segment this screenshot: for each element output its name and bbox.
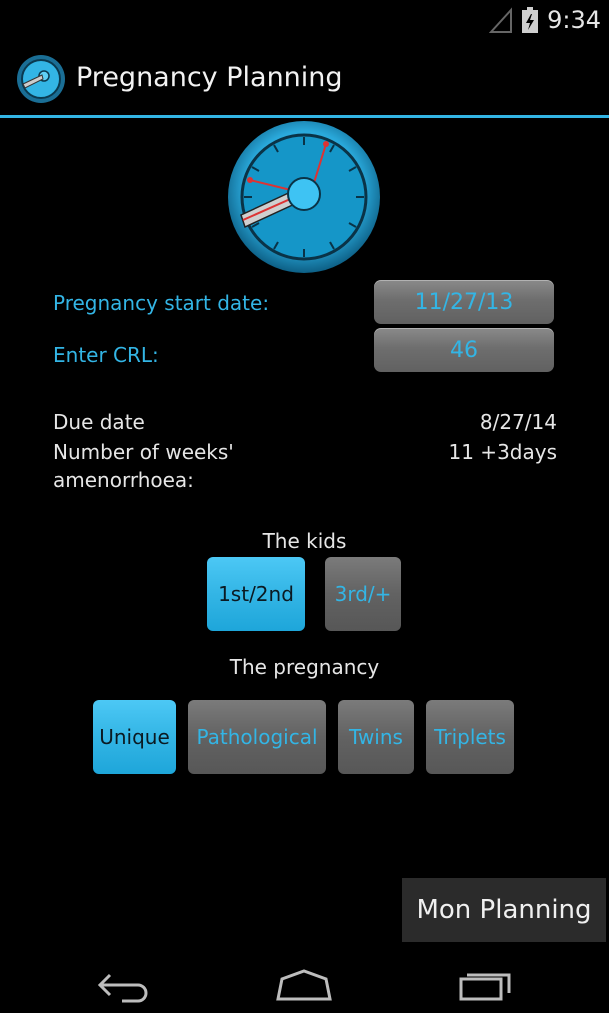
recents-icon[interactable] [453,967,517,1003]
back-icon[interactable] [92,967,156,1003]
status-icons: 9:34 [489,6,601,34]
action-bar-divider [0,115,609,118]
action-bar: Pregnancy Planning [0,44,609,116]
weeks-label-line1: Number of weeks' [53,440,234,464]
due-date-value: 8/27/14 [479,410,557,434]
crl-field[interactable]: 46 [374,328,554,372]
pregnancy-twins-button[interactable]: Twins [338,700,414,774]
mon-planning-button[interactable]: Mon Planning [402,878,606,942]
kids-title: The kids [262,529,347,553]
pregnancy-unique-button[interactable]: Unique [93,700,176,774]
due-date-label: Due date [53,410,145,434]
home-icon[interactable] [272,967,336,1003]
weeks-label-line2: amenorrhoea: [53,468,194,492]
kids-3rd-plus-button[interactable]: 3rd/+ [325,557,401,631]
status-bar: 9:34 [0,0,609,44]
crl-label: Enter CRL: [53,343,159,367]
status-time: 9:34 [547,6,601,34]
pregnancy-title: The pregnancy [229,655,380,679]
start-date-label: Pregnancy start date: [53,291,270,315]
pregnancy-pathological-button[interactable]: Pathological [188,700,326,774]
pregnancy-triplets-button[interactable]: Triplets [426,700,514,774]
kids-1st-2nd-button[interactable]: 1st/2nd [207,557,305,631]
start-date-field[interactable]: 11/27/13 [374,280,554,324]
battery-icon [522,7,539,33]
signal-icon [489,7,513,33]
navigation-bar [0,955,609,1013]
gauge-icon [228,121,380,273]
app-gauge-icon[interactable] [16,54,66,104]
app-title: Pregnancy Planning [76,62,343,93]
weeks-value: 11 +3days [448,440,558,464]
